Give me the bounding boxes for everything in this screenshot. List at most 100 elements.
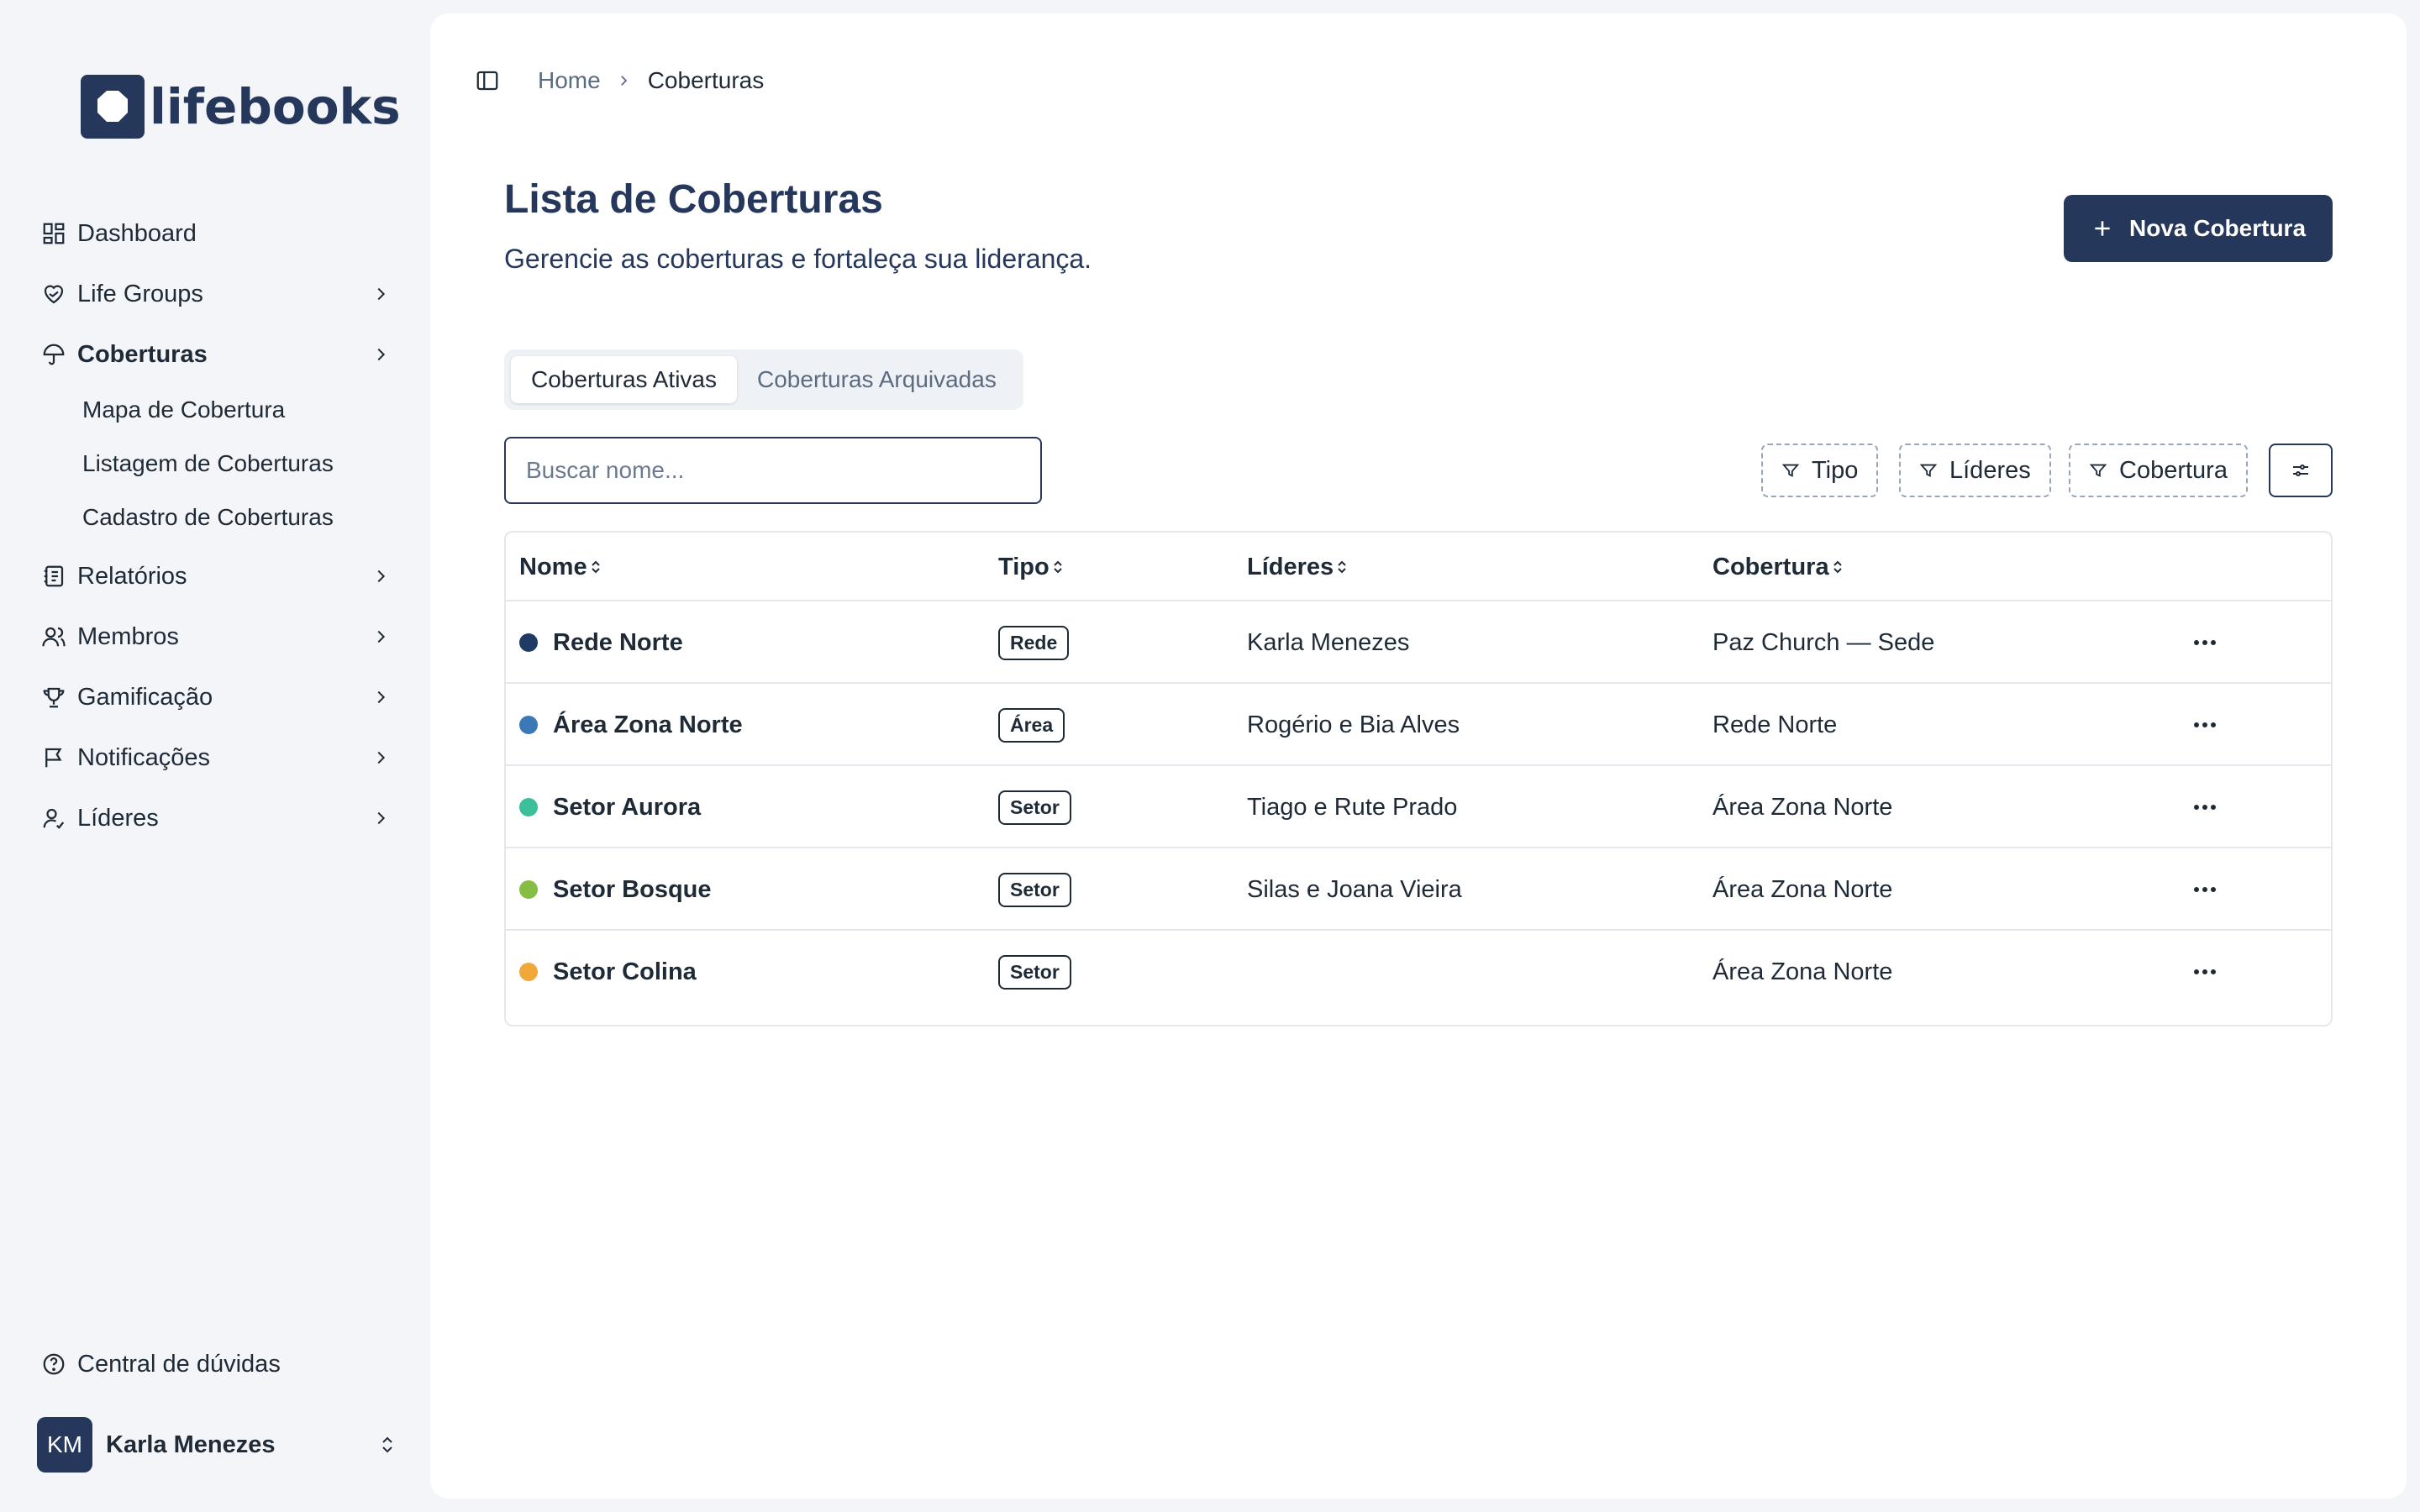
sidebar-item-lideres[interactable]: Líderes bbox=[30, 793, 400, 843]
tipo-badge: Área bbox=[998, 707, 1065, 743]
sliders-icon bbox=[2291, 460, 2311, 480]
filter-label: Tipo bbox=[1812, 456, 1859, 484]
topbar: Home Coberturas bbox=[471, 50, 764, 111]
more-actions-icon[interactable] bbox=[2188, 790, 2222, 824]
row-name: Setor Colina bbox=[553, 958, 697, 985]
column-header-nome[interactable]: Nome bbox=[519, 533, 602, 601]
sidebar-item-notificacoes[interactable]: Notificações bbox=[30, 732, 400, 783]
report-book-icon bbox=[37, 559, 71, 593]
cell-cobertura: Área Zona Norte bbox=[1712, 875, 1893, 903]
chevron-right-icon bbox=[368, 685, 393, 710]
row-name: Setor Aurora bbox=[553, 793, 702, 821]
color-dot bbox=[519, 798, 538, 816]
new-cobertura-button[interactable]: Nova Cobertura bbox=[2064, 195, 2333, 262]
table-row[interactable]: Setor Colina Setor Área Zona Norte bbox=[506, 931, 2331, 1013]
column-label: Líderes bbox=[1247, 553, 1334, 580]
cell-lideres: Silas e Joana Vieira bbox=[1247, 875, 1462, 903]
filter-lideres-button[interactable]: Líderes bbox=[1899, 444, 2051, 497]
sidebar-item-label: Membros bbox=[77, 622, 179, 650]
dashboard-grid-icon bbox=[37, 217, 71, 250]
tipo-badge: Setor bbox=[998, 954, 1071, 990]
sidebar-item-label: Relatórios bbox=[77, 562, 187, 590]
more-actions-icon[interactable] bbox=[2188, 955, 2222, 989]
table-row[interactable]: Rede Norte Rede Karla Menezes Paz Church… bbox=[506, 601, 2331, 684]
brand-name: lifebooks bbox=[150, 78, 401, 135]
tabs: Coberturas Ativas Coberturas Arquivadas bbox=[504, 349, 1023, 410]
sidebar-subitem-cadastro[interactable]: Cadastro de Coberturas bbox=[82, 496, 334, 539]
chevron-right-icon bbox=[368, 564, 393, 589]
breadcrumb-current: Coberturas bbox=[647, 67, 765, 93]
table-row[interactable]: Área Zona Norte Área Rogério e Bia Alves… bbox=[506, 684, 2331, 766]
tab-coberturas-ativas[interactable]: Coberturas Ativas bbox=[511, 356, 737, 403]
sidebar-item-label: Dashboard bbox=[77, 219, 197, 247]
coberturas-table: Nome Tipo Líderes Cobertura Rede Norte R… bbox=[504, 531, 2333, 1026]
more-actions-icon[interactable] bbox=[2188, 873, 2222, 906]
filter-icon bbox=[1919, 461, 1938, 480]
view-settings-button[interactable] bbox=[2269, 444, 2333, 497]
sidebar-item-life-groups[interactable]: Life Groups bbox=[30, 269, 400, 319]
users-icon bbox=[37, 620, 71, 654]
sort-icon bbox=[589, 558, 602, 576]
table-row[interactable]: Setor Bosque Setor Silas e Joana Vieira … bbox=[506, 848, 2331, 931]
cell-nome: Setor Bosque bbox=[519, 848, 712, 931]
tipo-badge: Setor bbox=[998, 872, 1071, 907]
tab-coberturas-arquivadas[interactable]: Coberturas Arquivadas bbox=[737, 356, 1017, 403]
column-header-lideres[interactable]: Líderes bbox=[1247, 533, 1349, 601]
sidebar-toggle-icon[interactable] bbox=[471, 64, 504, 97]
sidebar-subitem-listagem[interactable]: Listagem de Coberturas bbox=[82, 442, 334, 486]
table-row[interactable]: Setor Aurora Setor Tiago e Rute Prado Ár… bbox=[506, 766, 2331, 848]
color-dot bbox=[519, 963, 538, 981]
sidebar-subitem-mapa[interactable]: Mapa de Cobertura bbox=[82, 388, 285, 432]
search-input[interactable] bbox=[504, 437, 1042, 504]
color-dot bbox=[519, 633, 538, 652]
brand-logo[interactable]: lifebooks bbox=[81, 74, 401, 139]
plus-icon bbox=[2091, 217, 2114, 240]
help-circle-icon bbox=[37, 1347, 71, 1381]
umbrella-icon bbox=[37, 338, 71, 371]
trophy-icon bbox=[37, 680, 71, 714]
help-label: Central de dúvidas bbox=[77, 1350, 281, 1378]
color-dot bbox=[519, 880, 538, 899]
sidebar: lifebooks Dashboard Life Groups Cobertur… bbox=[0, 0, 430, 1512]
filter-tipo-button[interactable]: Tipo bbox=[1761, 444, 1879, 497]
sidebar-item-label: Notificações bbox=[77, 743, 210, 771]
filter-icon bbox=[1781, 461, 1800, 480]
sidebar-item-label: Coberturas bbox=[77, 340, 208, 368]
cell-tipo: Setor bbox=[998, 848, 1071, 931]
user-menu[interactable]: KM Karla Menezes bbox=[37, 1416, 400, 1473]
color-dot bbox=[519, 716, 538, 734]
filter-label: Líderes bbox=[1949, 456, 2031, 484]
user-name: Karla Menezes bbox=[106, 1431, 276, 1458]
sidebar-item-membros[interactable]: Membros bbox=[30, 612, 400, 662]
cell-cobertura: Paz Church — Sede bbox=[1712, 628, 1935, 656]
cell-cobertura: Área Zona Norte bbox=[1712, 958, 1893, 985]
sidebar-item-relatorios[interactable]: Relatórios bbox=[30, 551, 400, 601]
more-actions-icon[interactable] bbox=[2188, 626, 2222, 659]
sort-icon bbox=[1831, 558, 1844, 576]
chevron-right-icon bbox=[368, 624, 393, 649]
breadcrumb-home[interactable]: Home bbox=[538, 67, 601, 94]
sidebar-item-gamificacao[interactable]: Gamificação bbox=[30, 672, 400, 722]
cell-lideres: Tiago e Rute Prado bbox=[1247, 793, 1458, 821]
table-header: Nome Tipo Líderes Cobertura bbox=[506, 533, 2331, 601]
more-actions-icon[interactable] bbox=[2188, 708, 2222, 742]
cell-tipo: Área bbox=[998, 684, 1065, 766]
cell-lideres: Karla Menezes bbox=[1247, 628, 1410, 656]
cell-cobertura: Área Zona Norte bbox=[1712, 793, 1893, 821]
filter-cobertura-button[interactable]: Cobertura bbox=[2069, 444, 2248, 497]
flag-message-icon bbox=[37, 741, 71, 774]
page-subtitle: Gerencie as coberturas e fortaleça sua l… bbox=[504, 244, 1092, 274]
filter-icon bbox=[2089, 461, 2107, 480]
sidebar-item-coberturas[interactable]: Coberturas bbox=[30, 329, 400, 380]
column-header-cobertura[interactable]: Cobertura bbox=[1712, 533, 1844, 601]
tipo-badge: Setor bbox=[998, 790, 1071, 825]
cell-nome: Setor Aurora bbox=[519, 766, 701, 848]
sidebar-item-dashboard[interactable]: Dashboard bbox=[30, 208, 400, 259]
column-header-tipo[interactable]: Tipo bbox=[998, 533, 1065, 601]
cell-nome: Área Zona Norte bbox=[519, 684, 743, 766]
help-center-link[interactable]: Central de dúvidas bbox=[30, 1339, 281, 1389]
heart-hands-icon bbox=[37, 277, 71, 311]
cell-nome: Setor Colina bbox=[519, 931, 697, 1013]
logo-mark-icon bbox=[81, 75, 145, 139]
row-name: Área Zona Norte bbox=[553, 711, 743, 738]
